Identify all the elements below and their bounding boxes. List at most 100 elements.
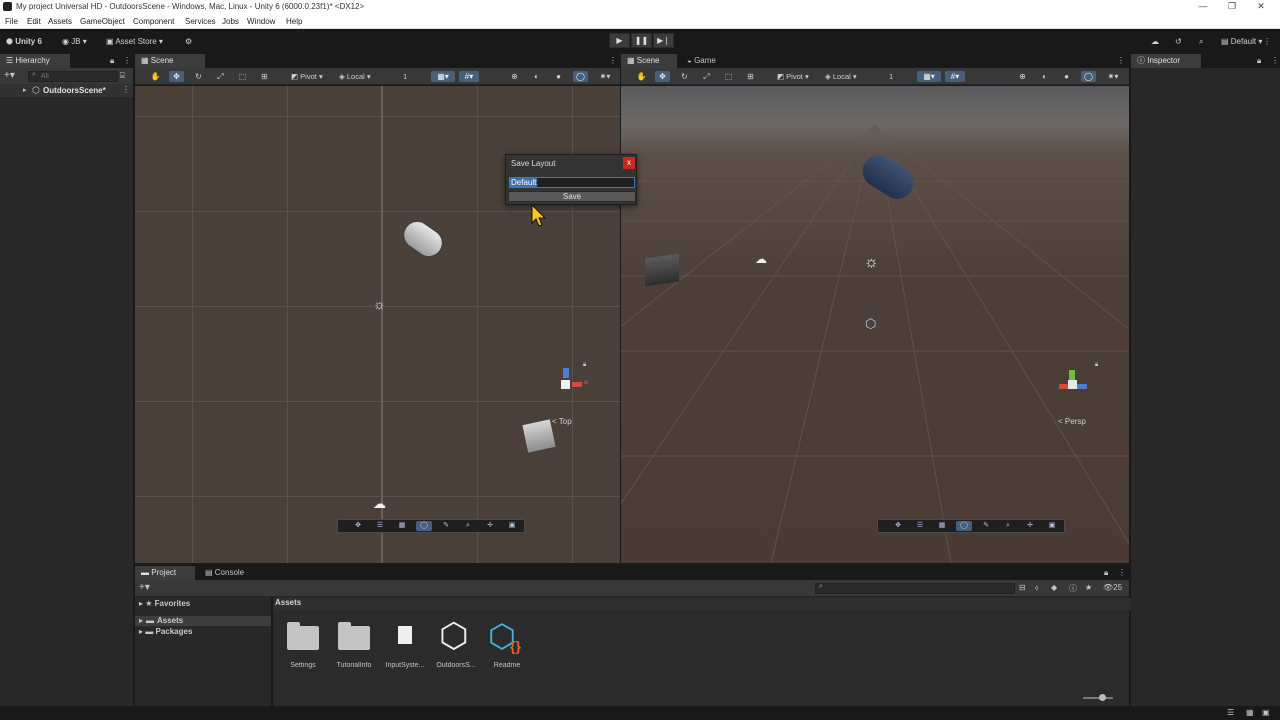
zoom-slider-handle[interactable] xyxy=(1099,694,1106,701)
add-icon[interactable]: +▾ xyxy=(4,70,15,81)
paint-icon[interactable]: ✎ xyxy=(978,521,994,531)
view-gizmo[interactable]: ✕ 🔒︎ xyxy=(545,362,595,407)
unity-button[interactable]: ⬢ Unity 6 xyxy=(6,35,42,49)
cloud-settings-icon[interactable]: ⚙ xyxy=(185,35,192,49)
debug-icon[interactable]: ▦ xyxy=(1246,708,1254,717)
shading-lit-icon[interactable]: ◯ xyxy=(1081,71,1096,82)
scene-row[interactable]: ▸ ⬡ OutdoorsScene* ⋮ xyxy=(0,84,133,97)
effects-icon[interactable]: ✷▾ xyxy=(1103,71,1123,82)
step-button[interactable]: ▶❘ xyxy=(653,33,674,48)
menu-window[interactable]: Window xyxy=(247,17,275,26)
layout-dropdown[interactable]: ▤ Default ▾ xyxy=(1221,35,1262,49)
search-icon[interactable]: ⌕ xyxy=(1199,35,1203,49)
menu-services[interactable]: Services xyxy=(185,17,216,26)
maximize-button[interactable]: ❐ xyxy=(1217,1,1247,12)
history-icon[interactable]: ↺ xyxy=(1175,35,1182,49)
cube-object[interactable] xyxy=(522,419,556,453)
scale-tool-icon[interactable]: ⤢ xyxy=(699,71,714,82)
view-label[interactable]: < Top xyxy=(552,417,572,426)
packages-row[interactable]: ▸ ▬ Packages xyxy=(139,627,192,636)
more-icon[interactable]: ⋮ xyxy=(609,56,617,65)
light-gizmo-icon[interactable]: ☼ xyxy=(864,254,879,272)
menu-help[interactable]: Help xyxy=(286,17,302,26)
paint-icon[interactable]: ✎ xyxy=(438,521,454,531)
more-icon[interactable]: ⋮ xyxy=(1117,56,1125,65)
more-menu-icon[interactable]: ⋮ xyxy=(1263,35,1271,49)
rotate-tool-icon[interactable]: ↻ xyxy=(677,71,692,82)
more-icon[interactable]: ⋮ xyxy=(1271,56,1279,65)
orientation-icon[interactable]: ⊕ xyxy=(507,71,522,82)
save-button[interactable]: Save xyxy=(508,191,636,202)
dialog-close-button[interactable]: x xyxy=(623,157,635,169)
tab-hierarchy[interactable]: ☰ Hierarchy xyxy=(0,54,70,68)
center-icon[interactable]: ✛ xyxy=(1022,521,1038,531)
orbit-icon[interactable]: ◯ xyxy=(956,521,972,531)
search-icon[interactable]: ⌕ xyxy=(460,521,476,531)
tab-inspector[interactable]: ⓘ Inspector xyxy=(1131,54,1201,68)
more-icon[interactable]: ⋮ xyxy=(1118,568,1126,577)
hand-tool-icon[interactable]: ✋ xyxy=(148,71,163,82)
transform-tool-icon[interactable]: ⊞ xyxy=(257,71,272,82)
local-dropdown[interactable]: ◈ Local ▾ xyxy=(339,71,371,82)
view-gizmo[interactable]: 🔒︎ xyxy=(1053,362,1103,407)
snap-value[interactable]: 1 xyxy=(889,71,893,82)
search-by-type-icon[interactable]: ⊟ xyxy=(1019,583,1026,592)
grid-toggle-icon[interactable]: #▾ xyxy=(459,71,479,82)
grid-snap-icon[interactable]: ▦▾ xyxy=(917,71,941,82)
minimize-button[interactable]: — xyxy=(1188,1,1218,11)
scene-view-perspective[interactable]: ☁ ☼ ⬡ 🔒︎ < Persp ✥ ☰ ▦ ◯ ✎ ⌕ ✛ ▣ xyxy=(621,86,1129,563)
menu-jobs[interactable]: Jobs xyxy=(222,17,239,26)
orientation-icon[interactable]: ⊕ xyxy=(1015,71,1030,82)
tab-project[interactable]: ▬ Project xyxy=(135,566,195,580)
camera-icon[interactable]: ▣ xyxy=(504,521,520,531)
project-search-input[interactable] xyxy=(815,583,1015,594)
hand-tool-icon[interactable]: ✋ xyxy=(634,71,649,82)
scale-tool-icon[interactable]: ⤢ xyxy=(213,71,228,82)
account-dropdown[interactable]: ◉ JB ▾ xyxy=(62,35,87,49)
tab-console[interactable]: ▤ Console xyxy=(199,566,259,580)
tab-scene-left[interactable]: ▦ Scene xyxy=(135,54,205,68)
align-icon[interactable]: ☰ xyxy=(372,521,388,531)
info-icon[interactable]: ⓘ xyxy=(1069,583,1077,594)
move-tool-icon[interactable]: ✥ xyxy=(890,521,906,531)
menu-assets[interactable]: Assets xyxy=(48,17,72,26)
align-icon[interactable]: ☰ xyxy=(912,521,928,531)
snap-grid-icon[interactable]: ▦ xyxy=(934,521,950,531)
transform-tool-icon[interactable]: ⊞ xyxy=(743,71,758,82)
assets-row[interactable]: ▸ ▬ Assets xyxy=(135,616,271,626)
menu-gameobject[interactable]: GameObject xyxy=(80,17,125,26)
view-label[interactable]: < Persp xyxy=(1058,417,1086,426)
gizmo-lock-icon[interactable]: 🔒︎ xyxy=(1095,362,1098,369)
cube-object[interactable] xyxy=(645,253,679,287)
pause-button[interactable]: ❚❚ xyxy=(631,33,652,48)
lock-icon[interactable]: 🔒︎ xyxy=(1257,56,1261,66)
tab-game[interactable]: ◒ Game xyxy=(681,54,737,68)
activity-icon[interactable]: ☰ xyxy=(1227,708,1234,717)
local-dropdown[interactable]: ◈ Local ▾ xyxy=(825,71,857,82)
camera-icon[interactable]: ▣ xyxy=(1044,521,1060,531)
menu-component[interactable]: Component xyxy=(133,17,174,26)
shading-wire-icon[interactable]: ◐ xyxy=(529,71,544,82)
pivot-dropdown[interactable]: ◩ Pivot ▾ xyxy=(291,71,323,82)
filter-icon[interactable]: ⌸ xyxy=(120,71,125,81)
menu-file[interactable]: File xyxy=(5,17,18,26)
cloud-icon[interactable]: ☁ xyxy=(1151,35,1159,49)
shading-wire-icon[interactable]: ◐ xyxy=(1037,71,1052,82)
light-gizmo-icon[interactable]: ☼ xyxy=(373,296,386,312)
zoom-slider[interactable] xyxy=(1083,697,1113,699)
breadcrumb[interactable]: Assets xyxy=(275,598,1131,610)
expand-arrow-icon[interactable]: ▸ xyxy=(23,86,27,94)
center-icon[interactable]: ✛ xyxy=(482,521,498,531)
reflection-probe-icon[interactable]: ⬡ xyxy=(865,316,876,332)
pivot-dropdown[interactable]: ◩ Pivot ▾ xyxy=(777,71,809,82)
lock-icon[interactable]: 🔒︎ xyxy=(1104,568,1108,578)
add-icon[interactable]: +▾ xyxy=(139,582,150,593)
move-tool-icon[interactable]: ✥ xyxy=(655,71,670,82)
search-icon[interactable]: ⌕ xyxy=(1000,521,1016,531)
favorite-star-icon[interactable]: ★ xyxy=(1085,583,1092,592)
grid-snap-icon[interactable]: ▦▾ xyxy=(431,71,455,82)
search-by-label-icon[interactable]: ⬨ xyxy=(1035,583,1039,593)
tag-icon[interactable]: ◆ xyxy=(1051,583,1057,592)
gizmo-lock-icon[interactable]: 🔒︎ xyxy=(583,362,586,369)
scene-menu-icon[interactable]: ⋮ xyxy=(122,85,130,94)
